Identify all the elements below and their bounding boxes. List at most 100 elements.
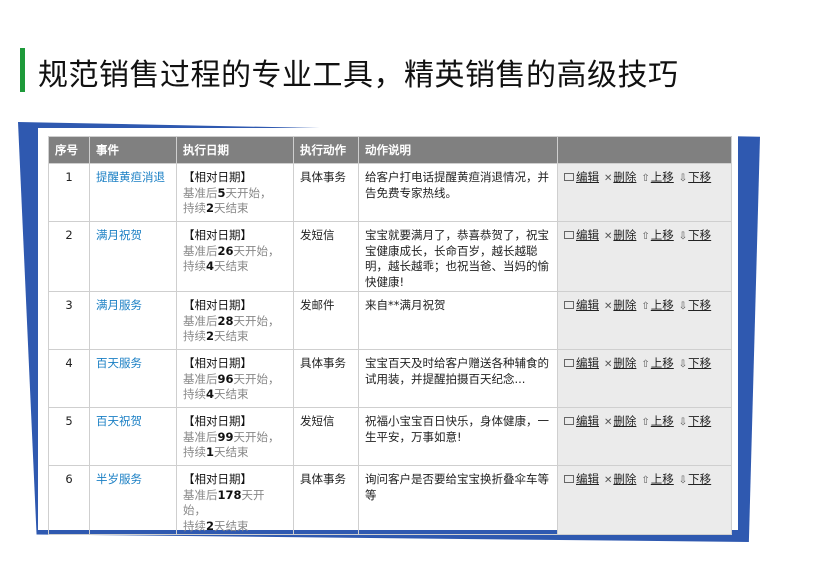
date-duration-prefix: 持续 bbox=[183, 329, 206, 343]
date-type: 【相对日期】 bbox=[183, 298, 252, 312]
row-operations: 编辑 ✕删除 ⇧上移 ⇩下移 bbox=[557, 407, 732, 466]
row-action: 发邮件 bbox=[293, 291, 359, 350]
row-operations: 编辑 ✕删除 ⇧上移 ⇩下移 bbox=[557, 291, 732, 350]
delete-button[interactable]: ✕删除 bbox=[604, 228, 636, 245]
down-arrow-icon: ⇩ bbox=[678, 173, 688, 184]
date-duration-days: 2 bbox=[206, 518, 215, 533]
event-link[interactable]: 百天祝贺 bbox=[96, 414, 142, 428]
row-action: 具体事务 bbox=[293, 349, 359, 408]
date-start-suffix: 天开始， bbox=[233, 243, 280, 258]
date-type: 【相对日期】 bbox=[183, 228, 252, 242]
row-number: 5 bbox=[48, 407, 90, 466]
move-down-button[interactable]: ⇩下移 bbox=[679, 298, 711, 315]
event-link[interactable]: 半岁服务 bbox=[96, 472, 142, 486]
move-up-button[interactable]: ⇧上移 bbox=[641, 414, 673, 431]
delete-button[interactable]: ✕删除 bbox=[604, 414, 636, 431]
up-arrow-icon: ⇧ bbox=[641, 173, 650, 184]
up-label: 上移 bbox=[650, 414, 674, 428]
table-row: 2 满月祝贺 【相对日期】 基准后26天开始， 持续4天结束 发短信 宝宝就要满… bbox=[48, 221, 732, 292]
down-arrow-icon: ⇩ bbox=[678, 231, 688, 242]
move-down-button[interactable]: ⇩下移 bbox=[679, 228, 711, 245]
row-operations: 编辑 ✕删除 ⇧上移 ⇩下移 bbox=[557, 349, 732, 408]
row-description: 祝福小宝宝百日快乐，身体健康，一生平安，万事如意! bbox=[358, 407, 558, 466]
row-description: 宝宝百天及时给客户赠送各种辅食的试用装，并提醒拍摄百天纪念... bbox=[358, 349, 558, 408]
delete-label: 删除 bbox=[613, 228, 637, 242]
edit-button[interactable]: 编辑 bbox=[564, 298, 599, 314]
edit-label: 编辑 bbox=[576, 228, 599, 242]
move-up-button[interactable]: ⇧上移 bbox=[641, 170, 673, 187]
date-type: 【相对日期】 bbox=[183, 472, 252, 486]
header-ops bbox=[557, 136, 732, 164]
row-date: 【相对日期】 基准后178天开始， 持续2天结束 bbox=[176, 465, 294, 535]
date-duration-days: 1 bbox=[206, 445, 215, 459]
edit-icon bbox=[564, 358, 574, 367]
row-description: 宝宝就要满月了，恭喜恭贺了，祝宝宝健康成长，长命百岁，越长越聪明，越长越乖；也祝… bbox=[358, 221, 558, 292]
move-up-button[interactable]: ⇧上移 bbox=[641, 298, 673, 315]
date-base-prefix: 基准后 bbox=[183, 371, 218, 386]
date-duration-prefix: 持续 bbox=[183, 201, 206, 215]
date-start-suffix: 天开始， bbox=[233, 371, 280, 386]
edit-icon bbox=[564, 172, 574, 181]
date-duration-prefix: 持续 bbox=[183, 518, 206, 533]
move-down-button[interactable]: ⇩下移 bbox=[679, 170, 711, 187]
date-base-prefix: 基准后 bbox=[183, 243, 218, 258]
date-duration-suffix: 天结束 bbox=[214, 445, 249, 459]
event-link[interactable]: 满月祝贺 bbox=[96, 228, 142, 242]
date-type: 【相对日期】 bbox=[183, 170, 252, 184]
down-label: 下移 bbox=[688, 472, 712, 486]
table-row: 5 百天祝贺 【相对日期】 基准后99天开始， 持续1天结束 发短信 祝福小宝宝… bbox=[48, 407, 732, 466]
delete-icon: ✕ bbox=[604, 231, 613, 242]
edit-button[interactable]: 编辑 bbox=[564, 414, 599, 430]
move-up-button[interactable]: ⇧上移 bbox=[641, 356, 673, 373]
delete-label: 删除 bbox=[613, 414, 637, 428]
event-link[interactable]: 百天服务 bbox=[96, 356, 142, 370]
date-duration-suffix: 天结束 bbox=[214, 329, 249, 343]
move-up-button[interactable]: ⇧上移 bbox=[641, 472, 673, 489]
row-date: 【相对日期】 基准后96天开始， 持续4天结束 bbox=[176, 349, 294, 408]
edit-button[interactable]: 编辑 bbox=[564, 170, 599, 186]
edit-label: 编辑 bbox=[576, 414, 599, 428]
row-date: 【相对日期】 基准后28天开始， 持续2天结束 bbox=[176, 291, 294, 350]
down-label: 下移 bbox=[688, 356, 712, 370]
event-link[interactable]: 满月服务 bbox=[96, 298, 142, 312]
down-arrow-icon: ⇩ bbox=[678, 475, 688, 486]
row-event: 百天服务 bbox=[89, 349, 177, 408]
event-link[interactable]: 提醒黄疸消退 bbox=[96, 170, 165, 184]
edit-label: 编辑 bbox=[576, 298, 599, 312]
edit-button[interactable]: 编辑 bbox=[564, 228, 599, 244]
down-label: 下移 bbox=[688, 170, 712, 184]
move-down-button[interactable]: ⇩下移 bbox=[679, 414, 711, 431]
date-start-days: 28 bbox=[217, 313, 234, 328]
row-number: 4 bbox=[48, 349, 90, 408]
date-duration-prefix: 持续 bbox=[183, 387, 206, 401]
delete-button[interactable]: ✕删除 bbox=[604, 298, 636, 315]
date-start-suffix: 天开始， bbox=[233, 313, 280, 328]
up-label: 上移 bbox=[650, 170, 674, 184]
down-label: 下移 bbox=[688, 298, 712, 312]
down-arrow-icon: ⇩ bbox=[678, 417, 688, 428]
delete-icon: ✕ bbox=[604, 301, 613, 312]
move-up-button[interactable]: ⇧上移 bbox=[641, 228, 673, 245]
date-base-prefix: 基准后 bbox=[183, 429, 218, 444]
table-header-row: 序号 事件 执行日期 执行动作 动作说明 bbox=[48, 136, 732, 164]
date-duration-days: 4 bbox=[206, 387, 215, 401]
delete-button[interactable]: ✕删除 bbox=[604, 356, 636, 373]
delete-button[interactable]: ✕删除 bbox=[604, 170, 636, 187]
down-arrow-icon: ⇩ bbox=[678, 301, 688, 312]
up-arrow-icon: ⇧ bbox=[641, 417, 650, 428]
date-duration-days: 2 bbox=[206, 201, 215, 215]
move-down-button[interactable]: ⇩下移 bbox=[679, 472, 711, 489]
up-arrow-icon: ⇧ bbox=[641, 301, 650, 312]
edit-button[interactable]: 编辑 bbox=[564, 472, 599, 488]
row-action: 具体事务 bbox=[293, 163, 359, 222]
row-action: 具体事务 bbox=[293, 465, 359, 535]
move-down-button[interactable]: ⇩下移 bbox=[679, 356, 711, 373]
delete-button[interactable]: ✕删除 bbox=[604, 472, 636, 489]
date-start-suffix: 天开始， bbox=[233, 429, 280, 444]
date-base-prefix: 基准后 bbox=[183, 185, 218, 200]
edit-button[interactable]: 编辑 bbox=[564, 356, 599, 372]
row-date: 【相对日期】 基准后26天开始， 持续4天结束 bbox=[176, 221, 294, 292]
edit-icon bbox=[564, 416, 574, 425]
row-operations: 编辑 ✕删除 ⇧上移 ⇩下移 bbox=[557, 163, 732, 222]
edit-icon bbox=[564, 230, 574, 239]
